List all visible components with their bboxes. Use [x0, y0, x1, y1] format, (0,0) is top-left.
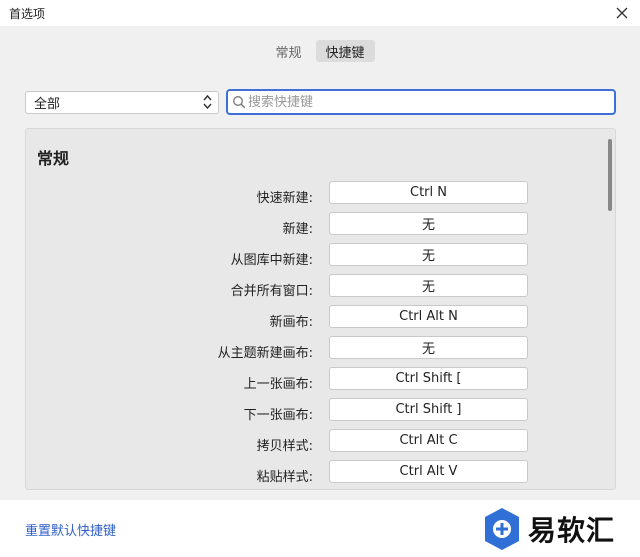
shortcut-row: 上一张画布: Ctrl Shift [: [26, 367, 601, 398]
shortcut-row: 下一张画布: Ctrl Shift ]: [26, 398, 601, 429]
shortcut-label: 新建:: [282, 222, 313, 237]
shortcut-row: 粘贴样式: Ctrl Alt V: [26, 460, 601, 489]
shortcut-label: 从主题新建画布:: [217, 346, 313, 361]
category-select[interactable]: 全部: [25, 91, 219, 114]
window-title: 首选项: [9, 7, 46, 21]
brand-name: 易软汇: [528, 513, 616, 547]
shortcut-key-field[interactable]: Ctrl N: [329, 181, 528, 204]
updown-chevron-icon: [203, 94, 212, 112]
shortcut-label: 上一张画布:: [243, 377, 313, 392]
search-icon: [233, 96, 246, 109]
shortcut-key-field[interactable]: Ctrl Shift ]: [329, 398, 528, 421]
brand-logo-icon: [485, 507, 519, 550]
category-select-value: 全部: [34, 97, 61, 112]
shortcut-row: 新建: 无: [26, 212, 601, 243]
shortcut-row: 从图库中新建: 无: [26, 243, 601, 274]
search-box[interactable]: [226, 89, 616, 115]
shortcut-label: 合并所有窗口:: [230, 284, 313, 299]
close-icon: [616, 7, 628, 19]
shortcut-key-field[interactable]: 无: [329, 243, 528, 266]
tab-general[interactable]: 常规: [265, 40, 311, 62]
shortcut-row: 拷贝样式: Ctrl Alt C: [26, 429, 601, 460]
shortcut-row: 快速新建: Ctrl N: [26, 181, 601, 212]
shortcuts-panel: 常规 快速新建: Ctrl N 新建: 无 从图库中新建: 无 合并所有窗口: …: [25, 128, 616, 490]
close-button[interactable]: [604, 0, 640, 26]
shortcut-key-field[interactable]: 无: [329, 212, 528, 235]
shortcut-row: 新画布: Ctrl Alt N: [26, 305, 601, 336]
watermark: 易软汇: [480, 500, 640, 557]
shortcut-label: 下一张画布:: [243, 408, 313, 423]
shortcut-key-field[interactable]: Ctrl Alt N: [329, 305, 528, 328]
shortcut-label: 新画布:: [269, 315, 313, 330]
shortcut-row: 合并所有窗口: 无: [26, 274, 601, 305]
shortcut-label: 快速新建:: [256, 191, 313, 206]
shortcut-label: 拷贝样式:: [256, 439, 313, 454]
tab-shortcuts[interactable]: 快捷键: [315, 40, 375, 62]
shortcut-key-field[interactable]: 无: [329, 336, 528, 359]
shortcut-key-field[interactable]: Ctrl Alt V: [329, 460, 528, 483]
scrollbar-thumb[interactable]: [608, 139, 612, 211]
shortcut-key-field[interactable]: Ctrl Alt C: [329, 429, 528, 452]
shortcut-key-field[interactable]: 无: [329, 274, 528, 297]
shortcut-label: 粘贴样式:: [256, 470, 313, 485]
shortcut-row: 从主题新建画布: 无: [26, 336, 601, 367]
tab-bar: 常规 快捷键: [0, 40, 640, 62]
reset-defaults-link[interactable]: 重置默认快捷键: [25, 520, 116, 539]
section-title: 常规: [37, 149, 70, 168]
shortcut-label: 从图库中新建:: [230, 253, 313, 268]
shortcut-key-field[interactable]: Ctrl Shift [: [329, 367, 528, 390]
search-input[interactable]: [248, 94, 614, 110]
shortcut-list: 快速新建: Ctrl N 新建: 无 从图库中新建: 无 合并所有窗口: 无 新…: [26, 181, 601, 489]
title-bar: 首选项: [0, 0, 640, 26]
